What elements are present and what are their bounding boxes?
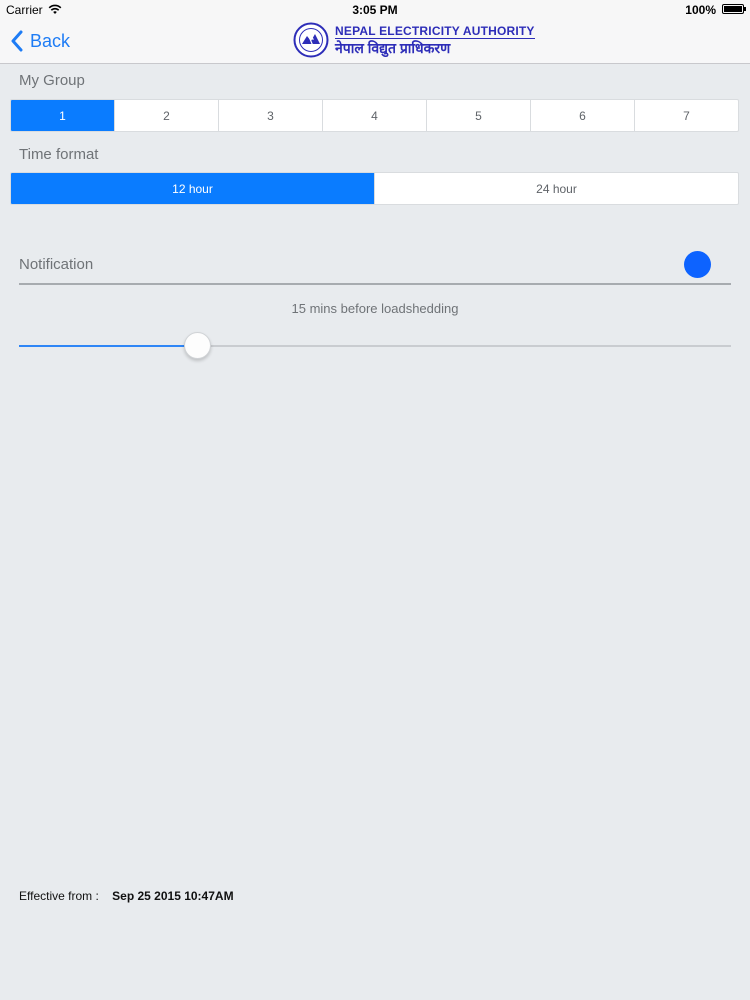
group-segment-5[interactable]: 5 bbox=[426, 100, 530, 131]
notification-slider-thumb[interactable] bbox=[184, 332, 211, 359]
notification-label: Notification bbox=[19, 256, 94, 273]
group-segment-3[interactable]: 3 bbox=[218, 100, 322, 131]
effective-from: Effective from : Sep 25 2015 10:47AM bbox=[19, 889, 234, 903]
notification-slider-caption: 15 mins before loadshedding bbox=[291, 301, 459, 316]
notification-slider-track[interactable] bbox=[19, 332, 731, 359]
notification-divider bbox=[19, 283, 731, 285]
logo-english-text: NEPAL ELECTRICITY AUTHORITY bbox=[335, 24, 535, 39]
group-segment-1[interactable]: 1 bbox=[11, 100, 114, 131]
my-group-label: My Group bbox=[19, 72, 85, 89]
battery-percent: 100% bbox=[685, 3, 716, 17]
battery-icon bbox=[722, 4, 746, 14]
nea-logo: NEPAL ELECTRICITY AUTHORITY नेपाल विद्यु… bbox=[293, 21, 535, 59]
group-segment-4[interactable]: 4 bbox=[322, 100, 426, 131]
back-label: Back bbox=[30, 30, 71, 51]
logo-nepali-text: नेपाल विद्युत प्राधिकरण bbox=[335, 40, 451, 56]
time-format-segment-24-hour[interactable]: 24 hour bbox=[374, 173, 738, 204]
group-segment-7[interactable]: 7 bbox=[634, 100, 738, 131]
group-segment-2[interactable]: 2 bbox=[114, 100, 218, 131]
nea-seal-icon bbox=[293, 22, 329, 58]
back-button[interactable]: Back bbox=[10, 28, 70, 54]
effective-from-value: Sep 25 2015 10:47AM bbox=[112, 889, 234, 903]
time-format-segment-12-hour[interactable]: 12 hour bbox=[11, 173, 374, 204]
notification-toggle[interactable] bbox=[684, 251, 711, 278]
clock: 3:05 PM bbox=[352, 3, 398, 17]
time-format-label: Time format bbox=[19, 146, 99, 163]
effective-from-label: Effective from : bbox=[19, 889, 99, 903]
chevron-left-icon bbox=[11, 30, 23, 52]
group-segmented-control[interactable]: 1 2 3 4 5 6 7 bbox=[10, 99, 739, 132]
navigation-bar: Back NEPAL ELECTRICITY AUTHORITY नेपाल व… bbox=[0, 20, 750, 64]
time-format-segmented-control[interactable]: 12 hour 24 hour bbox=[10, 172, 739, 205]
group-segment-6[interactable]: 6 bbox=[530, 100, 634, 131]
notification-slider-fill bbox=[19, 345, 197, 347]
status-bar: Carrier 3:05 PM 100% bbox=[0, 0, 750, 20]
